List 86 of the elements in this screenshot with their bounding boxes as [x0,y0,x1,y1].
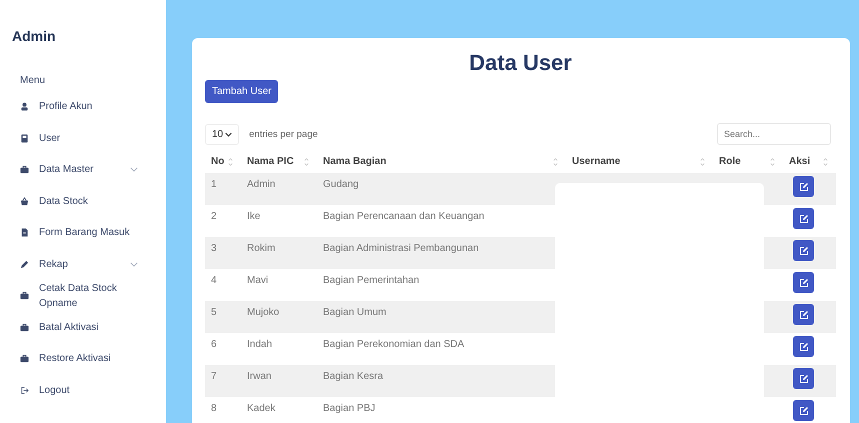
column-header[interactable]: Nama PIC [247,156,294,167]
chevron-down-icon [130,262,138,267]
table-cell: 1 [211,179,217,190]
briefcase-icon [20,354,29,364]
column-header[interactable]: Username [572,156,620,167]
column-header[interactable]: No [211,156,224,167]
search-field[interactable]: Search... [717,123,831,145]
table-cell: Bagian Perekonomian dan SDA [323,339,464,350]
table-cell: Bagian PBJ [323,403,376,414]
table-cell: Ike [247,211,260,222]
logout-icon [20,386,29,395]
document-icon [20,228,29,238]
sidebar-item[interactable]: Logout [20,374,166,406]
edit-button[interactable] [793,304,814,325]
table-cell: 6 [211,339,217,350]
edit-icon [798,214,808,224]
briefcase-icon [20,165,29,174]
table-cell: Bagian Perencanaan dan Keuangan [323,211,484,222]
table-cell: 7 [211,371,217,382]
column-header[interactable]: Role [719,156,741,167]
sidebar-item-label: Logout [39,384,70,398]
table-cell: 2 [211,211,217,222]
edit-button[interactable] [793,336,814,357]
edit-icon [798,310,808,320]
sidebar-item[interactable]: Rekap [20,248,166,280]
caret-icon [225,132,232,136]
edit-button[interactable] [793,208,814,229]
page-title: Data User [468,50,573,77]
table-cell: 5 [211,307,217,318]
person-icon [20,102,29,112]
edit-icon [798,342,808,352]
table-cell: 8 [211,403,217,414]
sidebar-item-label: Form Barang Masuk [39,226,130,240]
table-cell: Admin [247,179,276,190]
edit-icon [798,406,808,416]
edit-icon [798,374,808,384]
chevron-down-icon [130,167,138,172]
sidebar-item-label: Rekap [39,258,68,272]
sidebar-item[interactable]: Restore Aktivasi [20,343,166,374]
entries-label: entries per page [249,128,318,140]
table-cell: Mujoko [247,307,280,318]
table-cell: Indah [247,339,272,350]
column-header[interactable]: Nama Bagian [323,156,386,167]
edit-icon [798,246,808,256]
basket-icon [20,196,29,206]
table-cell: Irwan [247,371,272,382]
sidebar-item-label: User [39,132,60,146]
sidebar-item-label: Data Master [39,163,94,178]
sidebar-item-label: Cetak Data Stock Opname [39,282,118,311]
sidebar-item[interactable]: Cetak Data Stock Opname [20,280,166,312]
briefcase-icon [20,322,29,332]
sidebar-item[interactable]: User [20,122,166,154]
menu-heading: Menu [20,75,46,88]
edit-icon [798,278,808,288]
id-card-icon [20,134,29,143]
table-cell: Bagian Kesra [323,371,384,382]
sidebar-item-label: Profile Akun [39,100,92,114]
edit-icon [798,182,808,192]
table-cell: Gudang [323,179,359,190]
entries-select[interactable]: 10 [205,124,240,144]
table-cell: Rokim [247,243,276,254]
edit-button[interactable] [793,400,814,421]
sidebar-item-label: Restore Aktivasi [39,352,111,366]
pencil-icon [20,260,29,269]
edit-button[interactable] [793,240,814,261]
table-cell: Bagian Pemerintahan [323,275,420,286]
sidebar-item[interactable]: Profile Akun [20,91,166,122]
edit-button[interactable] [793,272,814,293]
sidebar-item[interactable]: Data Stock [20,186,166,217]
sidebar-item-label: Data Stock [39,194,88,209]
table-cell: Kadek [247,403,276,414]
sidebar-item[interactable]: Form Barang Masuk [20,217,166,248]
sidebar-item[interactable]: Data Master [20,154,166,186]
briefcase-icon [20,291,29,300]
table-cell: Bagian Umum [323,307,386,318]
table-cell: Bagian Administrasi Pembangunan [323,243,479,254]
sidebar-title: Admin [12,28,57,46]
add-user-button[interactable]: Tambah User [205,80,278,103]
table-cell: 4 [211,275,217,286]
sidebar-item[interactable]: Batal Aktivasi [20,312,166,343]
sidebar-item-label: Batal Aktivasi [39,320,98,335]
table-cell: Mavi [247,275,268,286]
edit-button[interactable] [793,176,814,197]
column-header[interactable]: Aksi [789,156,810,167]
table-cell: 3 [211,243,217,254]
edit-button[interactable] [793,368,814,389]
